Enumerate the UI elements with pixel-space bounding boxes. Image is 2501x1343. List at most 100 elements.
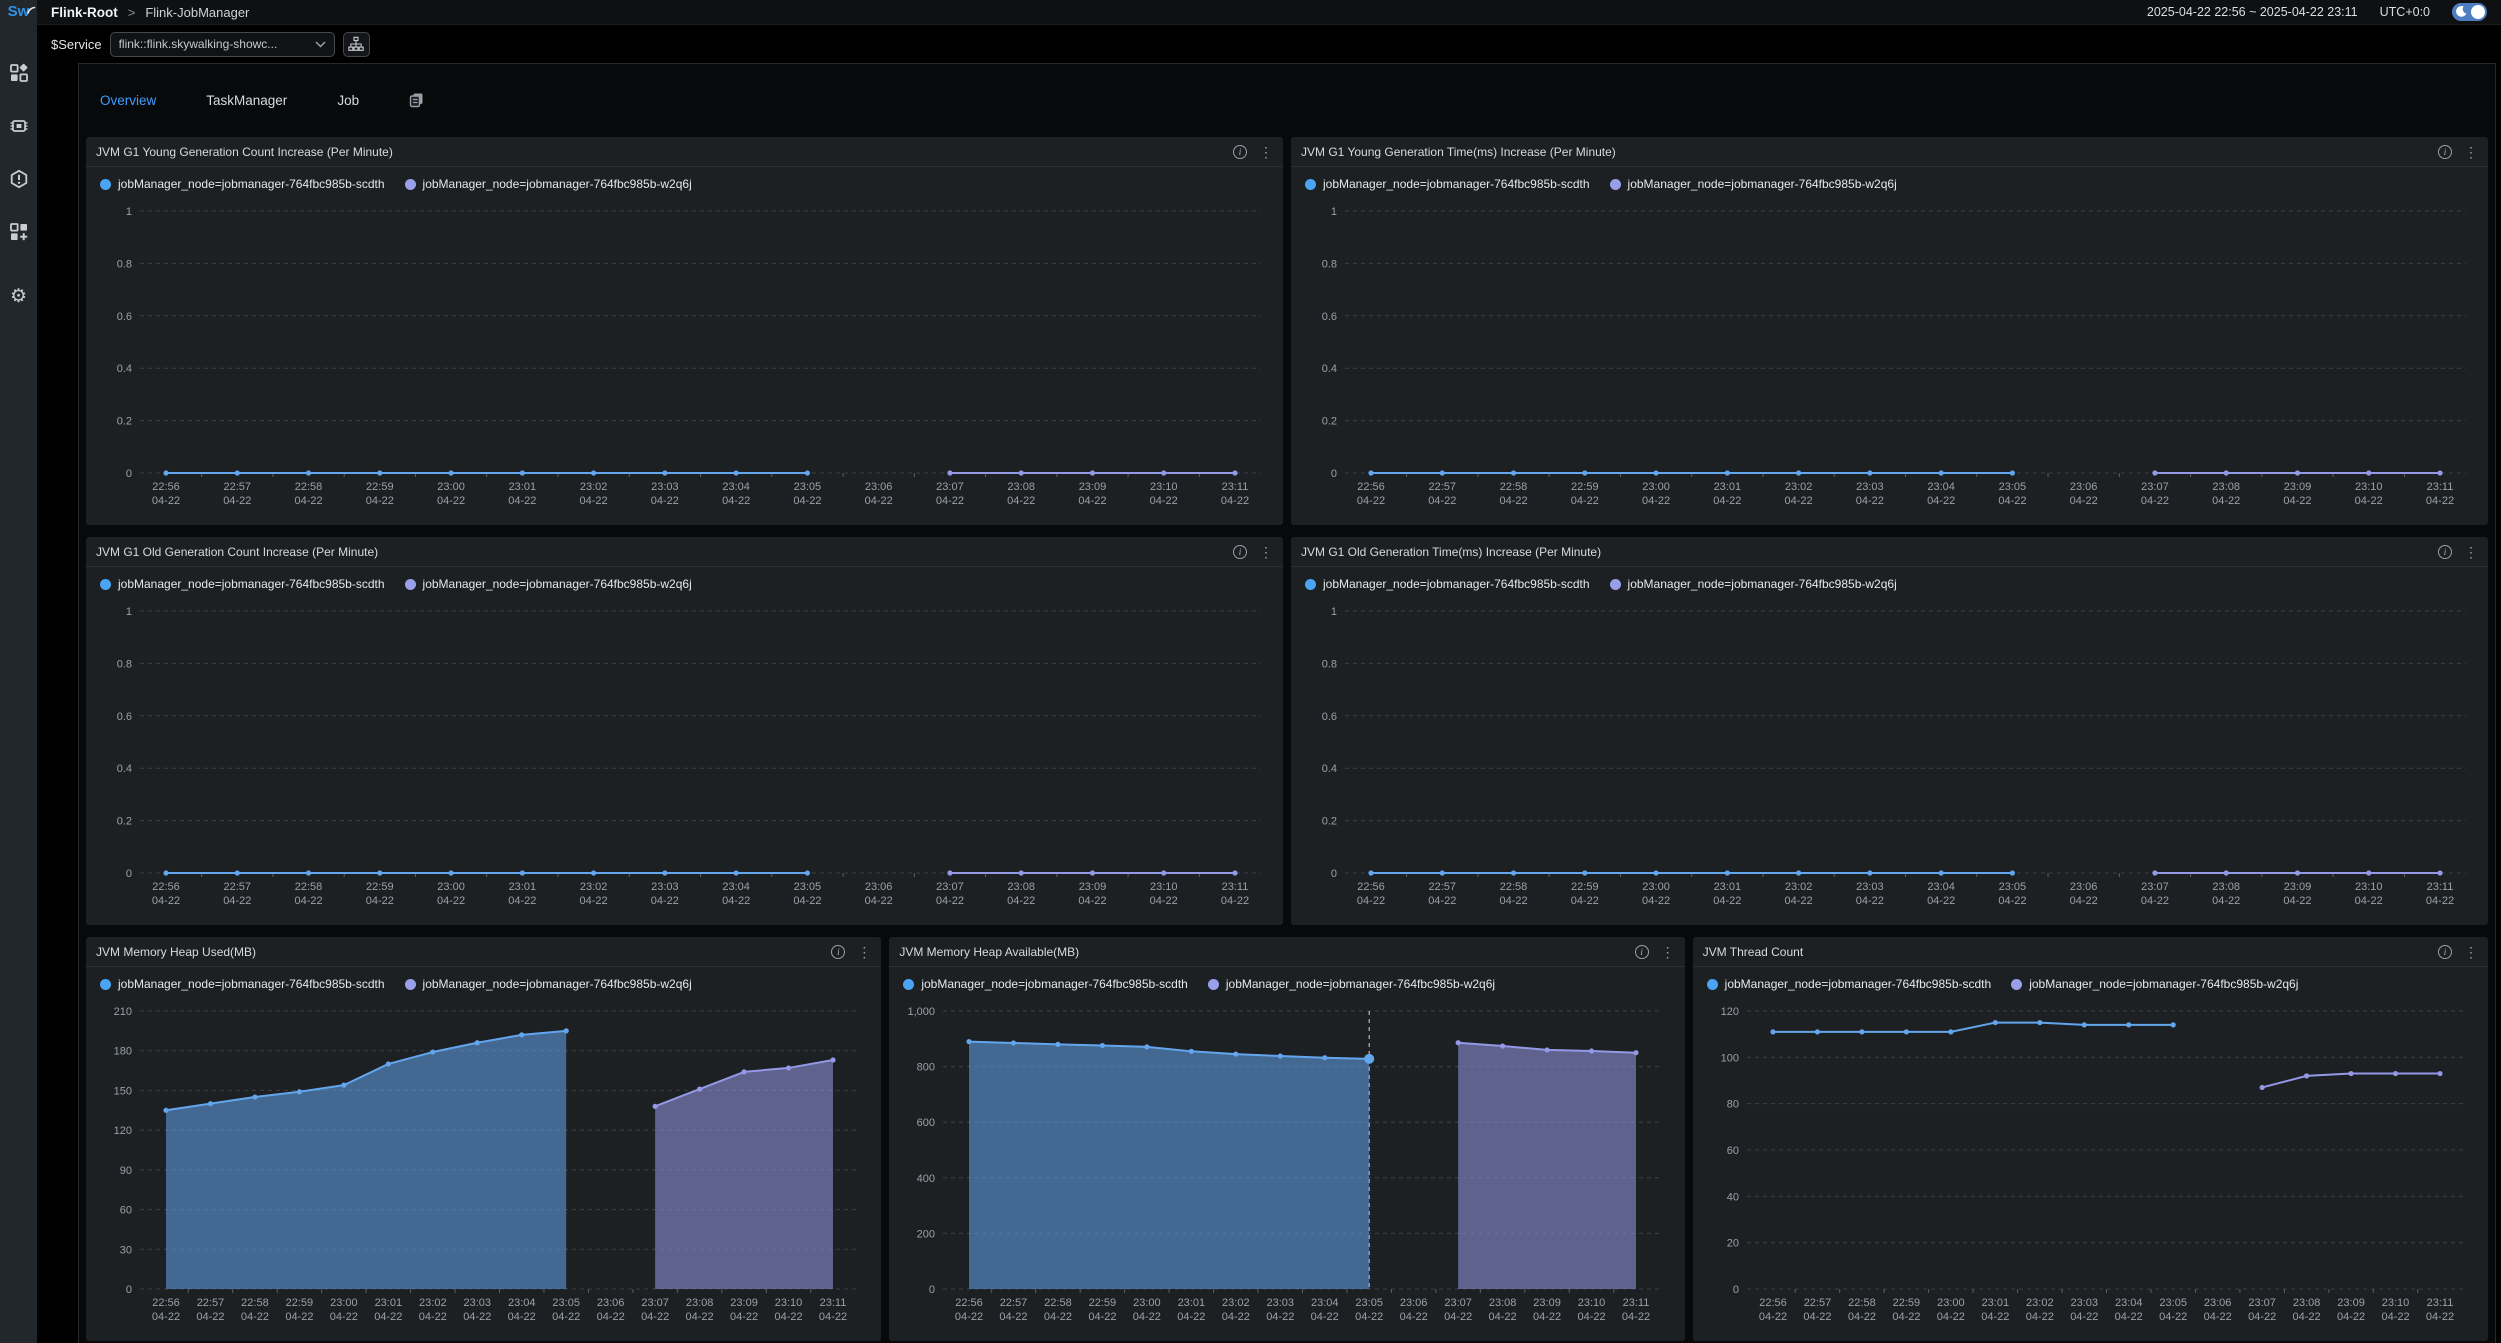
info-icon[interactable]: i	[1233, 545, 1247, 559]
chart-title: JVM G1 Young Generation Time(ms) Increas…	[1301, 145, 1616, 159]
svg-text:22:59: 22:59	[1571, 481, 1599, 493]
kebab-menu-icon[interactable]: ⋮	[2464, 145, 2478, 159]
info-icon[interactable]: i	[1233, 145, 1247, 159]
svg-text:04-22: 04-22	[152, 495, 180, 507]
svg-text:0.4: 0.4	[117, 363, 132, 375]
legend-item[interactable]: jobManager_node=jobmanager-764fbc985b-sc…	[1707, 977, 1992, 991]
legend-item[interactable]: jobManager_node=jobmanager-764fbc985b-sc…	[100, 977, 385, 991]
legend-dot-icon	[1610, 179, 1621, 190]
svg-text:04-22: 04-22	[2212, 495, 2240, 507]
svg-text:22:59: 22:59	[366, 881, 394, 893]
kebab-menu-icon[interactable]: ⋮	[2464, 945, 2478, 959]
chart-canvas[interactable]: 02040608010012022:5604-2222:5704-2222:58…	[1693, 997, 2488, 1335]
svg-text:23:05: 23:05	[1999, 881, 2027, 893]
svg-text:04-22: 04-22	[1578, 1311, 1606, 1323]
chart-canvas[interactable]: 00.20.40.60.8122:5604-2222:5704-2222:580…	[86, 597, 1283, 919]
legend-item[interactable]: jobManager_node=jobmanager-764fbc985b-w2…	[1610, 577, 1897, 591]
marketplace-chip-icon[interactable]	[9, 116, 29, 136]
new-dashboard-icon[interactable]	[9, 222, 29, 242]
chart-legend: jobManager_node=jobmanager-764fbc985b-sc…	[889, 967, 1684, 997]
kebab-menu-icon[interactable]: ⋮	[2464, 545, 2478, 559]
svg-text:23:02: 23:02	[2026, 1297, 2054, 1309]
skywalking-logo[interactable]: Sw	[8, 3, 30, 25]
topology-button[interactable]	[343, 32, 370, 57]
kebab-menu-icon[interactable]: ⋮	[1259, 545, 1273, 559]
svg-text:04-22: 04-22	[1222, 1311, 1250, 1323]
svg-text:23:06: 23:06	[865, 481, 893, 493]
svg-text:23:00: 23:00	[1937, 1297, 1965, 1309]
legend-item[interactable]: jobManager_node=jobmanager-764fbc985b-w2…	[405, 577, 692, 591]
toggle-knob	[2471, 5, 2485, 19]
legend-label: jobManager_node=jobmanager-764fbc985b-sc…	[1725, 977, 1992, 991]
svg-text:04-22: 04-22	[1571, 895, 1599, 907]
info-icon[interactable]: i	[1635, 945, 1649, 959]
legend-item[interactable]: jobManager_node=jobmanager-764fbc985b-w2…	[2011, 977, 2298, 991]
chart-canvas[interactable]: 00.20.40.60.8122:5604-2222:5704-2222:580…	[86, 197, 1283, 519]
info-icon[interactable]: i	[2438, 945, 2452, 959]
legend-item[interactable]: jobManager_node=jobmanager-764fbc985b-w2…	[405, 977, 692, 991]
svg-text:04-22: 04-22	[955, 1311, 983, 1323]
info-icon[interactable]: i	[2438, 545, 2452, 559]
legend-item[interactable]: jobManager_node=jobmanager-764fbc985b-sc…	[100, 577, 385, 591]
svg-text:0.6: 0.6	[117, 311, 132, 323]
svg-text:04-22: 04-22	[294, 895, 322, 907]
svg-text:22:59: 22:59	[286, 1297, 314, 1309]
svg-text:04-22: 04-22	[152, 1311, 180, 1323]
kebab-menu-icon[interactable]: ⋮	[857, 945, 871, 959]
legend-item[interactable]: jobManager_node=jobmanager-764fbc985b-sc…	[100, 177, 385, 191]
chart-canvas[interactable]: 00.20.40.60.8122:5604-2222:5704-2222:580…	[1291, 197, 2488, 519]
svg-text:23:06: 23:06	[2070, 481, 2098, 493]
svg-text:23:11: 23:11	[2427, 881, 2454, 893]
svg-text:22:58: 22:58	[1044, 1297, 1072, 1309]
svg-text:23:06: 23:06	[1400, 1297, 1428, 1309]
legend-item[interactable]: jobManager_node=jobmanager-764fbc985b-sc…	[1305, 177, 1590, 191]
chart-legend: jobManager_node=jobmanager-764fbc985b-sc…	[86, 567, 1283, 597]
chart-canvas[interactable]: 02004006008001,00022:5604-2222:5704-2222…	[889, 997, 1684, 1335]
svg-text:0: 0	[126, 868, 132, 880]
legend-item[interactable]: jobManager_node=jobmanager-764fbc985b-sc…	[1305, 577, 1590, 591]
legend-label: jobManager_node=jobmanager-764fbc985b-w2…	[1628, 577, 1897, 591]
dashboard-icon[interactable]	[9, 63, 29, 83]
settings-gear-icon[interactable]: ⚙	[9, 287, 29, 307]
svg-text:22:57: 22:57	[1429, 881, 1457, 893]
time-range-picker[interactable]: 2025-04-22 22:56 ~ 2025-04-22 23:11	[2147, 5, 2358, 19]
svg-text:04-22: 04-22	[1044, 1311, 1072, 1323]
svg-text:22:58: 22:58	[241, 1297, 269, 1309]
svg-text:0.4: 0.4	[117, 763, 132, 775]
svg-text:23:01: 23:01	[1981, 1297, 2009, 1309]
svg-text:40: 40	[1726, 1191, 1738, 1203]
breadcrumb-root[interactable]: Flink-Root	[51, 5, 118, 20]
svg-text:04-22: 04-22	[651, 495, 679, 507]
legend-item[interactable]: jobManager_node=jobmanager-764fbc985b-sc…	[903, 977, 1188, 991]
legend-item[interactable]: jobManager_node=jobmanager-764fbc985b-w2…	[405, 177, 692, 191]
chart-panel: JVM Thread Counti⋮jobManager_node=jobman…	[1693, 937, 2488, 1341]
chart-row-2: JVM G1 Old Generation Count Increase (Pe…	[86, 537, 2488, 925]
legend-item[interactable]: jobManager_node=jobmanager-764fbc985b-w2…	[1610, 177, 1897, 191]
svg-text:1: 1	[1331, 206, 1337, 218]
tab-overview[interactable]: Overview	[100, 93, 156, 108]
svg-text:23:03: 23:03	[1856, 481, 1884, 493]
chart-canvas[interactable]: 030609012015018021022:5604-2222:5704-222…	[86, 997, 881, 1335]
svg-text:600: 600	[917, 1117, 935, 1129]
kebab-menu-icon[interactable]: ⋮	[1661, 945, 1675, 959]
alerting-icon[interactable]	[9, 169, 29, 189]
kebab-menu-icon[interactable]: ⋮	[1259, 145, 1273, 159]
svg-text:04-22: 04-22	[1927, 895, 1955, 907]
svg-text:04-22: 04-22	[2141, 895, 2169, 907]
service-select[interactable]: flink::flink.skywalking-showc...	[110, 32, 335, 57]
svg-text:23:07: 23:07	[936, 881, 964, 893]
info-icon[interactable]: i	[831, 945, 845, 959]
svg-text:60: 60	[120, 1205, 132, 1217]
info-icon[interactable]: i	[2438, 145, 2452, 159]
svg-text:0.2: 0.2	[117, 816, 132, 828]
tab-taskmanager[interactable]: TaskManager	[206, 93, 287, 108]
legend-dot-icon	[1208, 979, 1219, 990]
svg-text:22:58: 22:58	[295, 481, 323, 493]
chart-canvas[interactable]: 00.20.40.60.8122:5604-2222:5704-2222:580…	[1291, 597, 2488, 919]
tab-job[interactable]: Job	[337, 93, 359, 108]
legend-dot-icon	[1305, 579, 1316, 590]
theme-toggle[interactable]	[2452, 3, 2487, 21]
copy-dashboard-icon[interactable]	[409, 92, 424, 108]
svg-text:23:05: 23:05	[1999, 481, 2027, 493]
legend-item[interactable]: jobManager_node=jobmanager-764fbc985b-w2…	[1208, 977, 1495, 991]
